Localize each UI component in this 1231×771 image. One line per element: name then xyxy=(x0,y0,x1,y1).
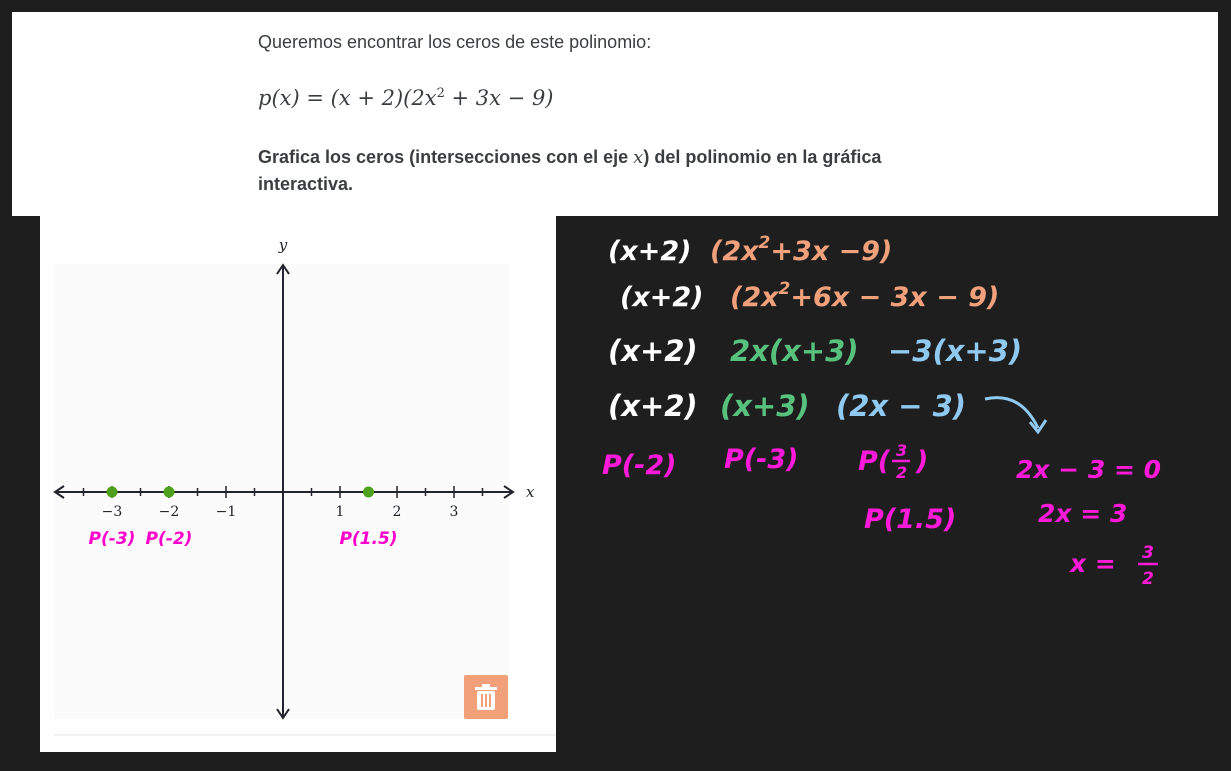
x-tick-label: 1 xyxy=(336,504,345,520)
note-line2-b: (2x xyxy=(730,282,780,313)
note-line2-split: (2x2+6x − 3x − 9) xyxy=(730,279,999,313)
note-line4-factor2: (x+3) xyxy=(720,389,810,423)
delete-point-button[interactable] xyxy=(464,675,508,719)
x-axis-label: x xyxy=(526,483,535,501)
graph-panel: −3 −2 −1 1 2 3 x y P(-3) P(-2) P(1.5) xyxy=(40,216,556,752)
note-solve-result: x = 3 2 xyxy=(1068,543,1158,589)
x-tick-label: −2 xyxy=(159,504,180,520)
interactive-graph[interactable]: −3 −2 −1 1 2 3 x y P(-3) P(-2) P(1.5) xyxy=(40,216,556,752)
problem-card: Queremos encontrar los ceros de este pol… xyxy=(12,12,1218,216)
instruction-before: Grafica los ceros (intersecciones con el… xyxy=(258,147,634,167)
note-line2-exp: 2 xyxy=(779,279,791,299)
note-eval-frac-num: 3 xyxy=(896,441,907,460)
note-line1-c: +3x −9) xyxy=(770,236,892,267)
x-tick-label: −1 xyxy=(216,504,237,520)
point-annotation: P(-2) xyxy=(146,529,193,549)
note-eval-neg3: P(-3) xyxy=(724,444,798,475)
instruction-variable: x xyxy=(633,147,644,168)
y-axis-label: y xyxy=(278,236,288,254)
polynomial-body: (x + 2)(2x xyxy=(330,86,437,110)
x-tick-label: −3 xyxy=(102,504,123,520)
trash-icon xyxy=(475,684,497,710)
note-line1-quadratic: (2x2+3x −9) xyxy=(710,233,892,267)
note-line3-factor: (x+2) xyxy=(608,334,698,368)
note-line1-exp: 2 xyxy=(759,233,771,253)
note-solve-step2: 2x = 3 xyxy=(1038,499,1127,528)
handwritten-notes: (x+2) (2x2+3x −9) (x+2) (2x2+6x − 3x − 9… xyxy=(602,233,1161,589)
note-solve-step1: 2x − 3 = 0 xyxy=(1016,455,1161,484)
x-tick-label: 2 xyxy=(393,504,402,520)
note-eval-fraction: P( 3 2 ) xyxy=(858,441,928,482)
point-annotation: P(-3) xyxy=(89,529,136,549)
note-eval-frac-pre: P( xyxy=(858,446,891,477)
note-line4-factor1: (x+2) xyxy=(608,389,698,423)
x-tick-label: 3 xyxy=(450,504,459,520)
polynomial-expression: p(x) = (x + 2)(2x2 + 3x − 9) xyxy=(258,86,554,110)
note-line2-factor: (x+2) xyxy=(620,282,704,313)
point-annotation: P(1.5) xyxy=(339,529,397,549)
note-line4-factor3: (2x − 3) xyxy=(836,389,966,423)
plotted-point[interactable] xyxy=(106,486,118,498)
polynomial-exponent: 2 xyxy=(436,86,445,101)
note-line3-group1: 2x(x+3) xyxy=(730,334,859,368)
note-eval-frac-den: 2 xyxy=(896,463,907,482)
note-solve-result-pre: x = xyxy=(1068,549,1116,578)
note-line1-b: (2x xyxy=(710,236,760,267)
note-eval-neg2: P(-2) xyxy=(602,450,676,481)
polynomial-tail: + 3x − 9) xyxy=(444,86,554,110)
plotted-point[interactable] xyxy=(363,486,374,498)
note-line1-factor: (x+2) xyxy=(608,236,692,267)
note-solve-result-den: 2 xyxy=(1142,569,1154,589)
problem-instruction: Grafica los ceros (intersecciones con el… xyxy=(258,144,938,198)
note-eval-1-5: P(1.5) xyxy=(864,504,956,535)
note-line2-c: +6x − 3x − 9) xyxy=(790,282,999,313)
plotted-point[interactable] xyxy=(163,486,175,498)
note-solve-result-num: 3 xyxy=(1142,543,1154,563)
note-eval-frac-post: ) xyxy=(915,446,928,477)
note-line3-group2: −3(x+3) xyxy=(888,334,1022,368)
polynomial-lhs: p(x) = xyxy=(258,86,331,110)
problem-prompt: Queremos encontrar los ceros de este pol… xyxy=(258,32,652,52)
